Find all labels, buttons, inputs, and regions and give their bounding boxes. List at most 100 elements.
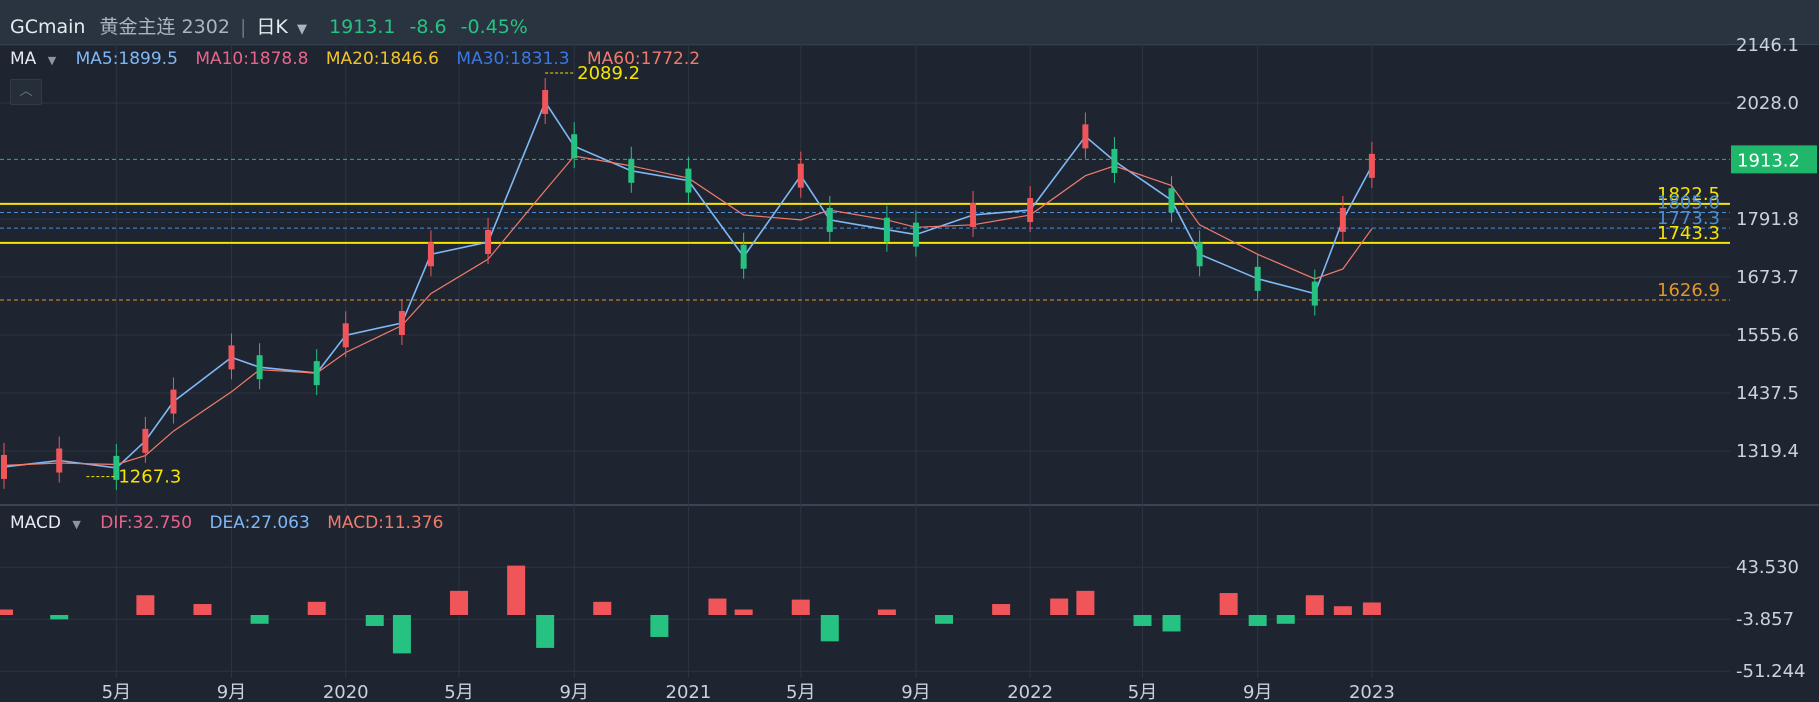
macd-histogram-bar	[820, 615, 839, 642]
collapse-icon[interactable]: ︿	[10, 79, 42, 105]
ma5-value: MA5:1899.5	[75, 49, 178, 69]
time-axis-label: 5月	[786, 682, 815, 702]
candle-body	[170, 389, 177, 414]
macd-histogram-bar	[1333, 606, 1352, 615]
macd-histogram-bar	[193, 604, 212, 615]
macd-histogram-bar	[593, 601, 612, 615]
candle-body	[485, 229, 492, 254]
macd-histogram-bar	[992, 604, 1011, 615]
time-axis-label: 9月	[559, 682, 588, 702]
candle-body	[1368, 153, 1375, 178]
candle-body	[1339, 207, 1346, 232]
candle-body	[912, 222, 919, 247]
candle-body	[398, 311, 405, 336]
candle-body	[571, 134, 578, 159]
price-axis-label: 1437.5	[1736, 383, 1799, 404]
macd-histogram-bar	[136, 595, 155, 615]
macd-histogram-bar	[250, 615, 269, 624]
macd-histogram-bar	[1133, 615, 1152, 626]
time-axis-label: 9月	[901, 682, 930, 702]
macd-histogram-bar	[1076, 590, 1095, 615]
price-axis-label: 1319.4	[1736, 441, 1799, 462]
candle-body	[228, 345, 235, 370]
time-axis-label: 2022	[1007, 682, 1053, 702]
ma30-value: MA30:1831.3	[456, 49, 570, 69]
candle-body	[1082, 124, 1089, 149]
ma-dropdown-icon[interactable]: ▼	[48, 54, 56, 67]
macd-legend: MACD ▼ DIF:32.750 DEA:27.063 MACD:11.376	[10, 513, 455, 533]
ma20-value: MA20:1846.6	[325, 49, 439, 69]
price-axis-label: 2146.1	[1736, 35, 1799, 56]
time-axis-label: 2020	[323, 682, 369, 702]
candle-body	[427, 242, 434, 267]
candle-body	[628, 158, 635, 183]
macd-histogram-bar	[1276, 615, 1295, 624]
macd-histogram-bar	[365, 615, 384, 626]
macd-histogram-bar	[1248, 615, 1267, 626]
macd-histogram-bar	[450, 590, 469, 615]
candle-body	[685, 168, 692, 193]
macd-histogram-bar	[1305, 595, 1324, 615]
macd-histogram-bar	[0, 609, 13, 615]
ma-legend: MA ▼ MA5:1899.5 MA10:1878.8 MA20:1846.6 …	[10, 49, 712, 69]
dif-value: DIF:32.750	[100, 513, 193, 533]
macd-axis-label: 43.530	[1736, 557, 1799, 578]
macd-histogram-bar	[1050, 598, 1069, 615]
macd-axis-label: -3.857	[1736, 609, 1794, 630]
candle-body	[1, 454, 7, 479]
level-label: 1626.9	[1657, 280, 1720, 301]
macd-axis-label: -51.244	[1736, 661, 1805, 682]
macd-histogram-bar	[536, 615, 555, 648]
time-axis-label: 5月	[102, 682, 131, 702]
ma-indicator-name[interactable]: MA	[10, 49, 36, 69]
macd-histogram-bar	[650, 615, 669, 637]
macd-histogram-bar	[734, 609, 753, 615]
candle-body	[970, 202, 977, 227]
ma60-value: MA60:1772.2	[586, 49, 701, 69]
low-marker-label: 1267.3	[118, 467, 181, 488]
macd-histogram-bar	[1362, 602, 1381, 615]
candle-body	[56, 448, 63, 473]
macd-histogram-bar	[307, 601, 326, 615]
candle-body	[883, 217, 890, 242]
time-axis-label: 5月	[1128, 682, 1157, 702]
price-axis-label: 1791.8	[1736, 209, 1799, 230]
macd-histogram-bar	[507, 565, 526, 615]
price-axis-label: 1555.6	[1736, 325, 1799, 346]
price-chart[interactable]: 2146.1 2028.0 1791.8 1673.7 1555.6 1437.5 1319…	[0, 0, 1819, 702]
macd-indicator-name[interactable]: MACD	[10, 513, 61, 533]
macd-histogram-bar	[877, 609, 896, 615]
macd-histogram-bar	[392, 615, 411, 654]
price-axis-label: 1673.7	[1736, 267, 1799, 288]
current-price-tag-text: 1913.2	[1737, 150, 1800, 171]
candle-body	[313, 361, 320, 386]
candle-body	[1027, 198, 1034, 223]
candle-body	[256, 355, 263, 380]
macd-histogram-bar	[708, 598, 727, 615]
candle-body	[797, 163, 804, 188]
macd-histogram-bar	[50, 615, 69, 620]
dea-value: DEA:27.063	[209, 513, 310, 533]
level-label: 1743.3	[1657, 223, 1720, 244]
macd-histogram-bar	[935, 615, 954, 624]
price-axis-label: 2028.0	[1736, 93, 1799, 114]
candle-body	[342, 323, 349, 348]
time-axis-label: 5月	[444, 682, 473, 702]
macd-histogram-bar	[1219, 593, 1238, 615]
time-axis-label: 9月	[1243, 682, 1272, 702]
candle-body	[542, 90, 549, 115]
candle-body	[826, 207, 833, 232]
macd-value: MACD:11.376	[327, 513, 444, 533]
candle-body	[1196, 242, 1203, 267]
candle-body	[740, 244, 747, 269]
ma10-value: MA10:1878.8	[195, 49, 309, 69]
macd-dropdown-icon[interactable]: ▼	[72, 518, 80, 531]
candle-body	[142, 428, 149, 453]
time-axis-label: 2023	[1349, 682, 1395, 702]
time-axis-label: 9月	[217, 682, 246, 702]
candle-body	[1311, 281, 1318, 306]
candle-body	[1168, 188, 1175, 213]
candle-body	[1111, 148, 1118, 173]
time-axis-label: 2021	[666, 682, 712, 702]
candle-body	[1254, 266, 1261, 291]
